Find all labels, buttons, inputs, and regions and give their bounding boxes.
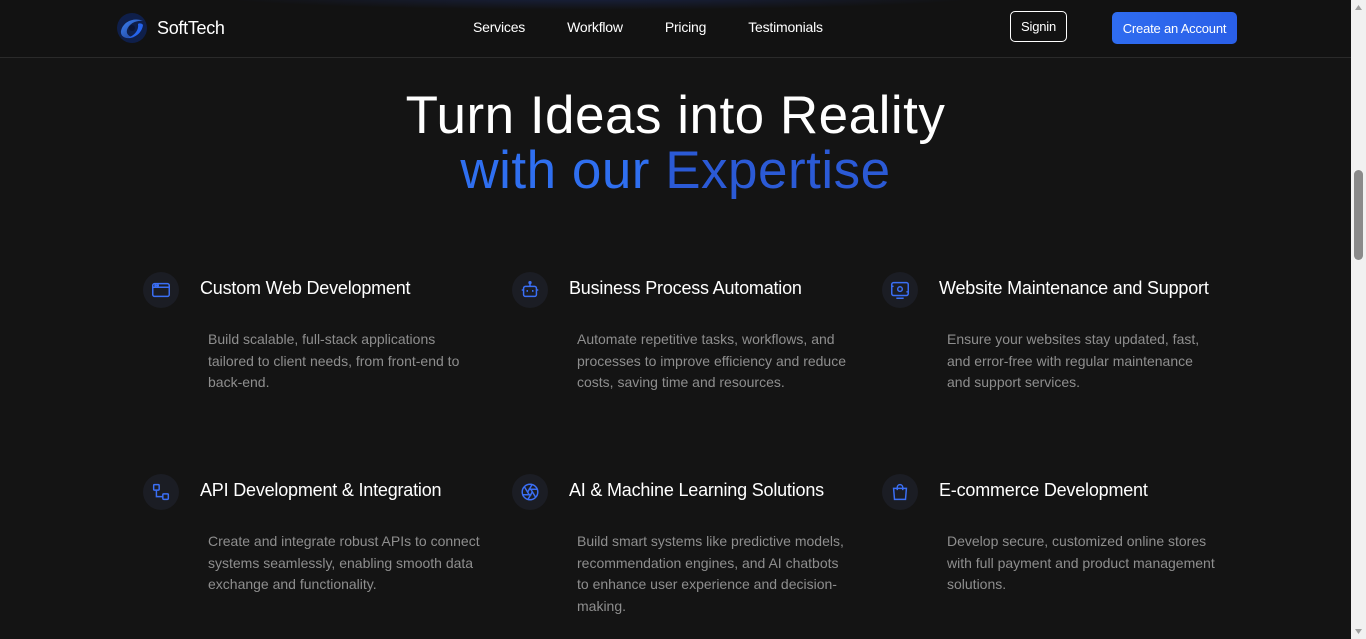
service-description: Automate repetitive tasks, workflows, an…	[577, 331, 846, 390]
hero-line-2: with our Expertise	[0, 143, 1351, 198]
hero-line-2-part-1: with our	[460, 141, 666, 200]
service-title: AI & Machine Learning Solutions	[569, 480, 824, 500]
scroll-down-arrow-icon[interactable]	[1351, 624, 1366, 639]
service-description: Build scalable, full-stack applications …	[208, 331, 460, 390]
nav-link-services[interactable]: Services	[473, 19, 525, 35]
service-description: Build smart systems like predictive mode…	[577, 533, 844, 614]
main-nav: Services Workflow Pricing Testimonials	[473, 19, 865, 35]
brand-name: SoftTech	[157, 17, 225, 38]
scrollbar-thumb[interactable]	[1354, 170, 1363, 260]
nav-link-workflow[interactable]: Workflow	[567, 19, 623, 35]
swirl-logo-icon	[117, 13, 147, 43]
header-glow	[200, 0, 1000, 10]
connected-nodes-icon	[143, 474, 179, 510]
service-title: Business Process Automation	[569, 278, 802, 298]
service-description: Create and integrate robust APIs to conn…	[208, 533, 480, 592]
robot-icon	[512, 272, 548, 308]
service-title: Custom Web Development	[200, 278, 411, 298]
settings-screen-icon	[882, 272, 918, 308]
vertical-scrollbar[interactable]	[1351, 0, 1366, 639]
brand-logo[interactable]: SoftTech	[115, 11, 225, 45]
hero-line-1: Turn Ideas into Reality	[405, 86, 946, 145]
nav-link-testimonials[interactable]: Testimonials	[748, 19, 823, 35]
top-navbar: SoftTech Services Workflow Pricing Testi…	[0, 0, 1351, 58]
service-title: Website Maintenance and Support	[939, 278, 1209, 298]
service-description: Ensure your websites stay updated, fast,…	[947, 331, 1200, 390]
service-title: API Development & Integration	[200, 480, 442, 500]
service-title: E-commerce Development	[939, 480, 1148, 500]
service-description: Develop secure, customized online stores…	[947, 533, 1215, 592]
hero-heading: Turn Ideas into Reality with our Experti…	[0, 88, 1351, 198]
browser-window-icon	[143, 272, 179, 308]
scroll-up-arrow-icon[interactable]	[1351, 0, 1366, 15]
hero-line-2-part-2: Expertise	[665, 141, 891, 200]
page: SoftTech Services Workflow Pricing Testi…	[0, 0, 1366, 639]
aperture-icon	[512, 474, 548, 510]
signin-button[interactable]: Signin	[1010, 11, 1067, 42]
nav-link-pricing[interactable]: Pricing	[665, 19, 707, 35]
create-account-button[interactable]: Create an Account	[1112, 12, 1237, 44]
shopping-bag-icon	[882, 474, 918, 510]
